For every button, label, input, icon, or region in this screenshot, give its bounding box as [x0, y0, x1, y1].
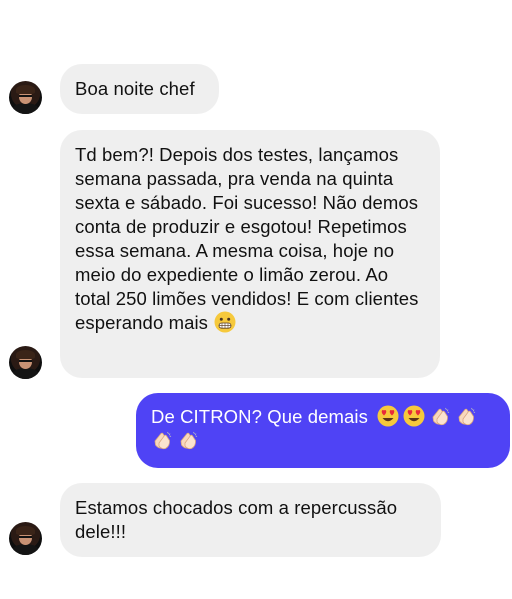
message-text: Td bem?! Depois dos testes, lançamos sem… [75, 144, 419, 333]
avatar[interactable] [9, 81, 42, 114]
message-bubble-incoming[interactable]: Estamos chocados com a repercussão dele!… [60, 483, 441, 557]
clapping-hands-emoji [177, 429, 199, 451]
message-text: Estamos chocados com a repercussão dele!… [75, 497, 398, 542]
message-thread: Boa noite chef Td bem?! Depois dos teste… [0, 0, 512, 599]
message-text: Boa noite chef [75, 78, 195, 99]
grimacing-face-emoji [214, 311, 236, 333]
clapping-hands-emoji [151, 429, 173, 451]
clapping-hands-emoji [455, 405, 477, 427]
avatar[interactable] [9, 346, 42, 379]
message-bubble-incoming[interactable]: Boa noite chef [60, 64, 219, 114]
heart-eyes-emoji [403, 405, 425, 427]
message-bubble-incoming[interactable]: Td bem?! Depois dos testes, lançamos sem… [60, 130, 440, 378]
avatar[interactable] [9, 522, 42, 555]
heart-eyes-emoji [377, 405, 399, 427]
message-bubble-outgoing[interactable]: De CITRON? Que demais [136, 393, 510, 468]
message-text: De CITRON? Que demais [151, 406, 368, 427]
clapping-hands-emoji [429, 405, 451, 427]
